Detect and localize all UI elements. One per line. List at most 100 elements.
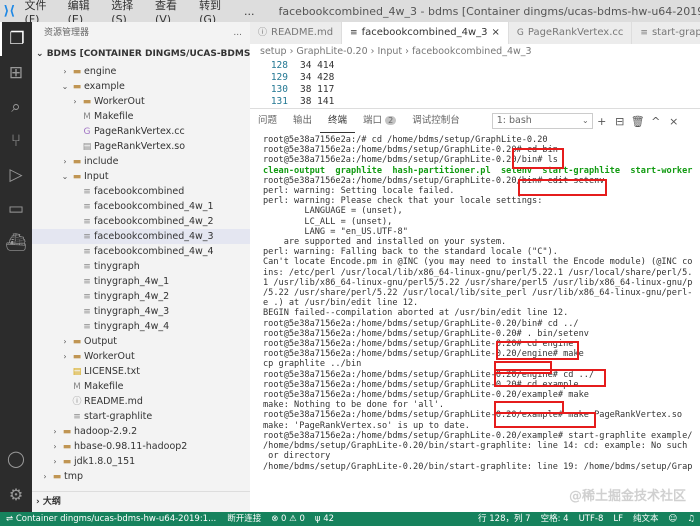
tree-folder[interactable]: › ▬ hbase-0.98.11-hadoop2	[32, 439, 250, 454]
tree-file[interactable]: ≡ facebookcombined_4w_4	[32, 244, 250, 259]
vscode-logo-icon: ⟩⟨	[3, 3, 16, 19]
tree-folder[interactable]: › ▬ WorkerOut	[32, 94, 250, 109]
terminal-line: root@5e38a7156e2a:/home/bdms/setup/Graph…	[263, 430, 693, 441]
maximize-panel-icon[interactable]: ^	[647, 115, 665, 128]
tree-file[interactable]: G PageRankVertex.cc	[32, 124, 250, 139]
remote-indicator[interactable]: ⇌ Container dingms/ucas-bdms-hw-u64-2019…	[0, 512, 223, 526]
tree-file[interactable]: ≡ facebookcombined_4w_2	[32, 214, 250, 229]
tree-folder[interactable]: › ▬ hadoop-2.9.2	[32, 424, 250, 439]
tab-problems[interactable]: 问题	[250, 109, 285, 133]
tab-output[interactable]: 输出	[285, 109, 320, 133]
editor-area[interactable]: 128 34 414 129 34 428 130 38 117 131 38 141	[250, 60, 700, 108]
tree-file[interactable]: ▤ PageRankVertex.so	[32, 139, 250, 154]
ports-indicator[interactable]: ψ 42	[310, 512, 339, 526]
tree-file[interactable]: ≡ tinygraph_4w_2	[32, 289, 250, 304]
tab-debug-console[interactable]: 调试控制台	[404, 109, 468, 133]
chevron-right-icon: ›	[53, 457, 57, 466]
breadcrumb-item[interactable]: setup	[260, 46, 287, 57]
tree-file[interactable]: ≡ tinygraph	[32, 259, 250, 274]
tree-file[interactable]: ⓘ README.md	[32, 394, 250, 409]
docker-icon[interactable]: ⛴	[0, 226, 32, 260]
tree-file[interactable]: ≡ tinygraph_4w_4	[32, 319, 250, 334]
line-number: 128	[270, 60, 288, 71]
tree-file[interactable]: ≡ facebookcombined	[32, 184, 250, 199]
settings-gear-icon[interactable]: ⚙	[0, 478, 32, 510]
close-icon[interactable]: ×	[492, 22, 500, 44]
tree-item-label: tinygraph_4w_1	[94, 276, 170, 287]
run-debug-icon[interactable]: ▷	[0, 158, 32, 192]
terminal-line: root@5e38a7156e2a:/home/bdms/setup/Graph…	[263, 379, 579, 390]
tree-item-label: PageRankVertex.cc	[94, 126, 185, 137]
tree-folder[interactable]: › ▬ include	[32, 154, 250, 169]
tree-file[interactable]: M Makefile	[32, 379, 250, 394]
extensions-icon[interactable]: ⊞	[0, 56, 32, 90]
tree-file[interactable]: M Makefile	[32, 109, 250, 124]
workspace-root[interactable]: ⌄ BDMS [CONTAINER DINGMS/UCAS-BDMS-HW-U6…	[32, 44, 250, 64]
tree-folder[interactable]: › ▬ Output	[32, 334, 250, 349]
tab-terminal[interactable]: 终端	[320, 109, 356, 133]
bell-icon[interactable]: ♫	[682, 512, 700, 526]
editor-tab[interactable]: ≡start-graph	[632, 22, 700, 44]
tab-label: README.md	[271, 27, 334, 38]
close-panel-icon[interactable]: ×	[665, 115, 683, 128]
tree-folder[interactable]: › ▬ jdk1.8.0_151	[32, 454, 250, 469]
error-icon: ⊗	[271, 514, 279, 524]
encoding[interactable]: UTF-8	[574, 512, 609, 526]
tree-file[interactable]: ≡ facebookcombined_4w_3	[32, 229, 250, 244]
tree-file[interactable]: ≡ tinygraph_4w_3	[32, 304, 250, 319]
breadcrumb-item[interactable]: GraphLite-0.20	[296, 46, 367, 57]
explorer-icon[interactable]: ❐	[0, 22, 32, 56]
tree-file[interactable]: ≡ tinygraph_4w_1	[32, 274, 250, 289]
terminal-line: Can't locate Encode.pm in @INC (you may …	[263, 257, 693, 268]
disconnect-button[interactable]: 断开连接	[222, 512, 266, 526]
tree-folder[interactable]: › ▬ WorkerOut	[32, 349, 250, 364]
file-icon: ≡	[73, 412, 81, 422]
terminal-select[interactable]: 1: bash ⌄	[491, 113, 593, 129]
breadcrumb-item[interactable]: Input	[378, 46, 403, 57]
tree-folder[interactable]: ⌄ ▬ Input	[32, 169, 250, 184]
split-terminal-icon[interactable]: ⊟	[611, 115, 629, 128]
editor-tab[interactable]: G PageRankVertex.cc	[508, 22, 633, 44]
feedback-icon[interactable]: ☺	[664, 512, 683, 526]
tree-file[interactable]: ≡ start-graphlite	[32, 409, 250, 424]
tree-folder[interactable]: ⌄ ▬ example	[32, 79, 250, 94]
breadcrumb-item[interactable]: facebookcombined_4w_3	[412, 46, 532, 57]
cursor-position[interactable]: 行 128，列 7	[473, 512, 536, 526]
terminal-line: perl: warning: Falling back to the stand…	[263, 247, 558, 258]
title-bar: ⟩⟨ 文件(F) 编辑(E) 选择(S) 查看(V) 转到(G) ... fac…	[0, 0, 700, 26]
menu-more[interactable]: ...	[238, 5, 261, 18]
indentation[interactable]: 空格: 4	[536, 512, 574, 526]
tab-ports[interactable]: 端口 2	[355, 109, 404, 133]
annotation-box-edit-setenv	[518, 179, 607, 196]
remote-explorer-icon[interactable]: ▭	[0, 192, 32, 226]
folder-icon: ▬	[62, 427, 72, 437]
account-icon[interactable]: ◯	[0, 442, 32, 474]
terminal-output[interactable]: root@5e38a7156e2a:/# cd /home/bdms/setup…	[263, 135, 693, 513]
source-control-icon[interactable]: ⑂	[0, 124, 32, 158]
editor-tab[interactable]: ≡ facebookcombined_4w_3 ×	[342, 22, 509, 44]
outline-section[interactable]: › 大纲	[32, 491, 250, 512]
search-icon[interactable]: ⌕	[0, 90, 32, 124]
end-of-line[interactable]: LF	[608, 512, 628, 526]
annotation-box-make-example	[494, 412, 596, 428]
language-mode[interactable]: 纯文本	[628, 512, 664, 526]
tab-file-icon: G	[516, 28, 524, 38]
terminal-line: ins: /etc/perl /usr/local/lib/x86_64-lin…	[263, 267, 693, 278]
sidebar-more-button[interactable]: ...	[233, 22, 250, 44]
chevron-right-icon: ›	[73, 97, 77, 106]
file-icon: ≡	[83, 277, 91, 287]
tree-item-label: WorkerOut	[94, 96, 145, 107]
new-terminal-icon[interactable]: +	[593, 115, 611, 128]
tree-file[interactable]: ≡ facebookcombined_4w_1	[32, 199, 250, 214]
tree-file[interactable]: ▤ LICENSE.txt	[32, 364, 250, 379]
line-text: 38 117	[300, 84, 335, 95]
tree-folder[interactable]: › ▬ engine	[32, 64, 250, 79]
trash-icon[interactable]: 🗑	[629, 115, 647, 128]
tree-folder[interactable]: › ▬ tmp	[32, 469, 250, 484]
chevron-right-icon: ›	[63, 337, 67, 346]
editor-tab[interactable]: ⓘ README.md	[250, 22, 343, 44]
folder-icon: ▬	[62, 442, 72, 452]
file-icon: ≡	[83, 187, 91, 197]
problems-indicator[interactable]: ⊗ 0 ⚠ 0	[266, 512, 310, 526]
line-number: 129	[270, 72, 288, 83]
